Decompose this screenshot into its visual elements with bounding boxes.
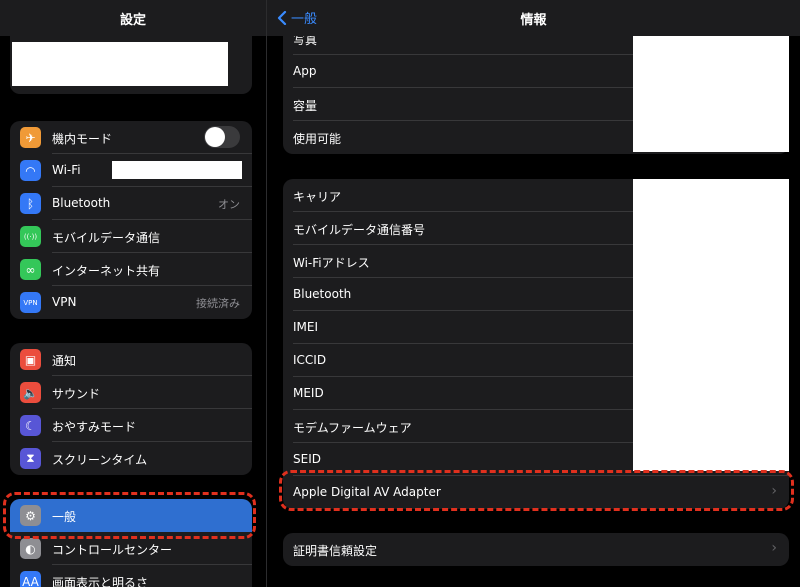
antenna-icon: ((·)) <box>20 226 41 247</box>
moon-icon: ☾ <box>20 415 41 436</box>
vpn-icon: VPN <box>20 292 41 313</box>
info-row-label: 証明書信頼設定 <box>293 544 378 558</box>
sidebar-item[interactable]: ▣ 通知 <box>10 343 252 376</box>
info-row[interactable]: 証明書信頼設定 › <box>283 533 789 566</box>
split-divider <box>266 0 267 587</box>
main-header: 一般 情報 <box>267 0 800 36</box>
sidebar-item[interactable]: ∞ インターネット共有 <box>10 253 252 286</box>
notifications-group: ▣ 通知 🔈 サウンド ☾ おやすみモード ⧗ スクリーンタイム <box>10 343 252 475</box>
sidebar-item[interactable]: 🔈 サウンド <box>10 376 252 409</box>
highlight-general <box>3 492 256 539</box>
sidebar-item-label: スクリーンタイム <box>52 453 148 467</box>
redacted-values-network <box>633 179 789 471</box>
sidebar-item[interactable]: ✈ 機内モード <box>10 121 252 154</box>
sidebar-item-label: Wi-Fi <box>52 163 81 177</box>
sidebar-item-label: 機内モード <box>52 132 113 146</box>
speaker-icon: 🔈 <box>20 382 41 403</box>
sidebar-item[interactable]: ((·)) モバイルデータ通信 <box>10 220 252 253</box>
sidebar-item-label: コントロールセンター <box>52 543 173 557</box>
chevron-right-icon: › <box>771 540 777 556</box>
info-row-label: モバイルデータ通信番号 <box>293 223 426 237</box>
airplane-icon: ✈ <box>20 127 41 148</box>
sidebar-header: 設定 <box>0 0 266 36</box>
sidebar-item[interactable]: ᛒ Bluetooth オン <box>10 187 252 220</box>
sidebar-item[interactable]: ☾ おやすみモード <box>10 409 252 442</box>
info-row-label: ICCID <box>293 353 327 367</box>
hourglass-icon: ⧗ <box>20 448 41 469</box>
redacted-wifi-name <box>112 161 242 179</box>
sidebar-item-value: 接続済み <box>196 297 240 310</box>
sidebar-item-label: VPN <box>52 295 77 309</box>
info-row-label: キャリア <box>293 190 342 204</box>
info-row-label: MEID <box>293 386 324 400</box>
sidebar-item-value: オン <box>218 198 240 211</box>
certificate-group: 証明書信頼設定 › <box>283 533 789 566</box>
notification-icon: ▣ <box>20 349 41 370</box>
info-row-label: IMEI <box>293 320 319 334</box>
highlight-av-adapter <box>279 470 794 511</box>
info-row-label: 使用可能 <box>293 132 342 146</box>
sidebar-item-label: インターネット共有 <box>52 264 161 278</box>
redacted-values-top <box>633 32 789 152</box>
network-group: ✈ 機内モード ◠ Wi-Fi ᛒ Bluetooth オン ((·)) モバイルデータ通信 ∞ イ… <box>10 121 252 319</box>
info-row-label: SEID <box>293 452 321 466</box>
sidebar-item[interactable]: VPN VPN 接続済み <box>10 286 252 319</box>
sidebar-item[interactable]: ⧗ スクリーンタイム <box>10 442 252 475</box>
info-row-label: Wi-Fiアドレス <box>293 256 370 270</box>
sidebar-item-label: モバイルデータ通信 <box>52 231 161 245</box>
sidebar-item[interactable]: AA 画面表示と明るさ <box>10 565 252 587</box>
wifi-icon: ◠ <box>20 160 41 181</box>
sidebar-item-label: おやすみモード <box>52 420 137 434</box>
toggle-knob <box>205 127 225 147</box>
sidebar-title: 設定 <box>119 13 146 28</box>
info-row-label: 容量 <box>293 99 318 113</box>
airplane-mode-toggle[interactable] <box>204 126 240 148</box>
redacted-account <box>12 42 228 86</box>
text-size-icon: AA <box>20 571 41 587</box>
sidebar-item-label: 通知 <box>52 354 77 368</box>
toggles-icon: ◐ <box>20 538 41 559</box>
sidebar-item-label: 画面表示と明るさ <box>52 576 149 587</box>
sidebar-item-label: Bluetooth <box>52 196 111 210</box>
bluetooth-icon: ᛒ <box>20 193 41 214</box>
apple-id-card[interactable] <box>10 36 252 94</box>
sidebar-item[interactable]: ◠ Wi-Fi <box>10 154 252 187</box>
info-row-label: モデムファームウェア <box>293 421 412 435</box>
page-title: 情報 <box>520 13 547 28</box>
link-icon: ∞ <box>20 259 41 280</box>
info-row-label: Bluetooth <box>293 287 352 301</box>
info-row-label: App <box>293 64 317 78</box>
sidebar-item-label: サウンド <box>52 387 101 401</box>
